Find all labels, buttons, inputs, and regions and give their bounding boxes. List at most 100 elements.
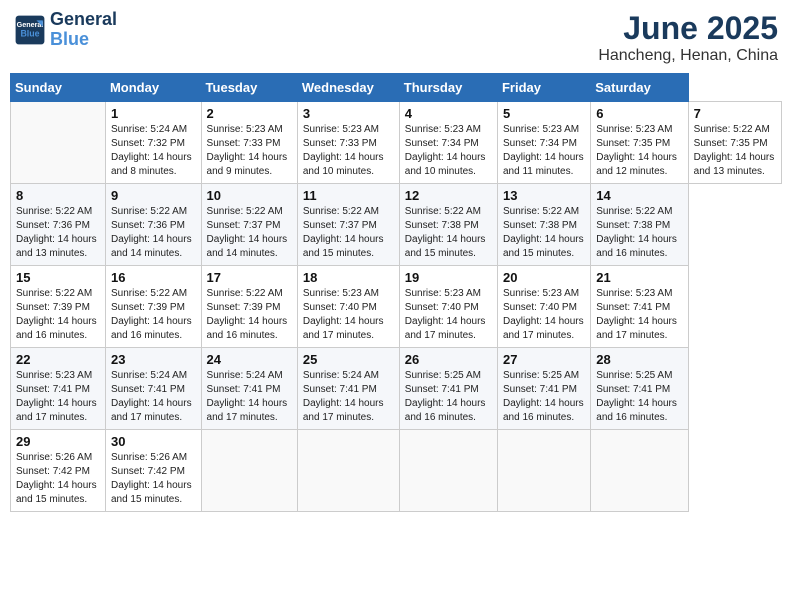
day-header-wednesday: Wednesday bbox=[297, 74, 399, 102]
day-number: 30 bbox=[111, 434, 196, 449]
day-number: 17 bbox=[207, 270, 292, 285]
calendar-week-3: 15 Sunrise: 5:22 AMSunset: 7:39 PMDayligh… bbox=[11, 266, 782, 348]
day-header-tuesday: Tuesday bbox=[201, 74, 297, 102]
day-header-monday: Monday bbox=[105, 74, 201, 102]
calendar-cell: 25Sunrise: 5:24 AMSunset: 7:41 PMDayligh… bbox=[297, 348, 399, 430]
day-number: 5 bbox=[503, 106, 585, 121]
day-info: Sunrise: 5:22 AMSunset: 7:36 PMDaylight:… bbox=[111, 205, 196, 261]
day-info: Sunrise: 5:22 AMSunset: 7:38 PMDaylight:… bbox=[405, 205, 492, 261]
day-info: Sunrise: 5:22 AMSunset: 7:36 PMDaylight:… bbox=[16, 205, 100, 261]
logo-text: General Blue bbox=[50, 10, 117, 50]
page-header: General Blue General Blue June 2025 Hanc… bbox=[10, 10, 782, 65]
calendar-cell: 17 Sunrise: 5:22 AMSunset: 7:39 PMDayligh… bbox=[201, 266, 297, 348]
day-info: Sunrise: 5:23 AMSunset: 7:40 PMDaylight:… bbox=[503, 287, 585, 343]
calendar-table: SundayMondayTuesdayWednesdayThursdayFrid… bbox=[10, 73, 782, 512]
calendar-cell: 3 Sunrise: 5:23 AMSunset: 7:33 PMDaylight… bbox=[297, 102, 399, 184]
day-info: Sunrise: 5:26 AMSunset: 7:42 PMDaylight:… bbox=[111, 451, 196, 507]
calendar-cell bbox=[591, 430, 688, 512]
calendar-cell: 18Sunrise: 5:23 AMSunset: 7:40 PMDayligh… bbox=[297, 266, 399, 348]
calendar-cell: 1 Sunrise: 5:24 AMSunset: 7:32 PMDaylight… bbox=[105, 102, 201, 184]
day-number: 20 bbox=[503, 270, 585, 285]
day-info: Sunrise: 5:23 AMSunset: 7:35 PMDaylight:… bbox=[596, 123, 682, 179]
day-number: 18 bbox=[303, 270, 394, 285]
day-number: 29 bbox=[16, 434, 100, 449]
calendar-cell: 20 Sunrise: 5:23 AMSunset: 7:40 PMDayligh… bbox=[497, 266, 590, 348]
calendar-cell: 28Sunrise: 5:25 AMSunset: 7:41 PMDayligh… bbox=[591, 348, 688, 430]
calendar-week-1: 1 Sunrise: 5:24 AMSunset: 7:32 PMDaylight… bbox=[11, 102, 782, 184]
day-info: Sunrise: 5:23 AMSunset: 7:33 PMDaylight:… bbox=[303, 123, 394, 179]
calendar-cell: 2Sunrise: 5:23 AMSunset: 7:33 PMDaylight… bbox=[201, 102, 297, 184]
day-info: Sunrise: 5:24 AMSunset: 7:32 PMDaylight:… bbox=[111, 123, 196, 179]
calendar-cell: 19 Sunrise: 5:23 AMSunset: 7:40 PMDayligh… bbox=[399, 266, 497, 348]
calendar-week-2: 8 Sunrise: 5:22 AMSunset: 7:36 PMDaylight… bbox=[11, 184, 782, 266]
calendar-cell: 10Sunrise: 5:22 AMSunset: 7:37 PMDayligh… bbox=[201, 184, 297, 266]
calendar-cell: 24 Sunrise: 5:24 AMSunset: 7:41 PMDayligh… bbox=[201, 348, 297, 430]
day-number: 8 bbox=[16, 188, 100, 203]
calendar-cell bbox=[201, 430, 297, 512]
day-info: Sunrise: 5:22 AMSunset: 7:38 PMDaylight:… bbox=[503, 205, 585, 261]
calendar-cell: 16Sunrise: 5:22 AMSunset: 7:39 PMDayligh… bbox=[105, 266, 201, 348]
day-info: Sunrise: 5:23 AMSunset: 7:33 PMDaylight:… bbox=[207, 123, 292, 179]
day-info: Sunrise: 5:23 AMSunset: 7:41 PMDaylight:… bbox=[16, 369, 100, 425]
day-number: 28 bbox=[596, 352, 682, 367]
day-number: 12 bbox=[405, 188, 492, 203]
page-subtitle: Hancheng, Henan, China bbox=[598, 47, 778, 65]
day-number: 19 bbox=[405, 270, 492, 285]
day-info: Sunrise: 5:25 AMSunset: 7:41 PMDaylight:… bbox=[405, 369, 492, 425]
day-number: 23 bbox=[111, 352, 196, 367]
day-info: Sunrise: 5:23 AMSunset: 7:40 PMDaylight:… bbox=[405, 287, 492, 343]
calendar-cell: 21 Sunrise: 5:23 AMSunset: 7:41 PMDayligh… bbox=[591, 266, 688, 348]
calendar-cell: 9 Sunrise: 5:22 AMSunset: 7:36 PMDaylight… bbox=[105, 184, 201, 266]
page-title: June 2025 bbox=[598, 10, 778, 47]
day-info: Sunrise: 5:22 AMSunset: 7:35 PMDaylight:… bbox=[694, 123, 776, 179]
day-number: 6 bbox=[596, 106, 682, 121]
calendar-cell bbox=[297, 430, 399, 512]
calendar-cell bbox=[497, 430, 590, 512]
calendar-header-row: SundayMondayTuesdayWednesdayThursdayFrid… bbox=[11, 74, 782, 102]
day-number: 1 bbox=[111, 106, 196, 121]
day-info: Sunrise: 5:24 AMSunset: 7:41 PMDaylight:… bbox=[207, 369, 292, 425]
day-number: 22 bbox=[16, 352, 100, 367]
day-number: 14 bbox=[596, 188, 682, 203]
calendar-cell: 15 Sunrise: 5:22 AMSunset: 7:39 PMDayligh… bbox=[11, 266, 106, 348]
day-number: 21 bbox=[596, 270, 682, 285]
calendar-cell: 7 Sunrise: 5:22 AMSunset: 7:35 PMDaylight… bbox=[688, 102, 781, 184]
calendar-cell: 13 Sunrise: 5:22 AMSunset: 7:38 PMDayligh… bbox=[497, 184, 590, 266]
day-info: Sunrise: 5:22 AMSunset: 7:38 PMDaylight:… bbox=[596, 205, 682, 261]
day-number: 15 bbox=[16, 270, 100, 285]
day-header-saturday: Saturday bbox=[591, 74, 688, 102]
day-number: 11 bbox=[303, 188, 394, 203]
day-number: 3 bbox=[303, 106, 394, 121]
day-number: 25 bbox=[303, 352, 394, 367]
calendar-cell: 30 Sunrise: 5:26 AMSunset: 7:42 PMDayligh… bbox=[105, 430, 201, 512]
day-info: Sunrise: 5:23 AMSunset: 7:41 PMDaylight:… bbox=[596, 287, 682, 343]
logo: General Blue General Blue bbox=[14, 10, 117, 50]
empty-cell bbox=[11, 102, 106, 184]
svg-text:Blue: Blue bbox=[20, 28, 39, 38]
day-header-friday: Friday bbox=[497, 74, 590, 102]
day-info: Sunrise: 5:24 AMSunset: 7:41 PMDaylight:… bbox=[111, 369, 196, 425]
day-number: 16 bbox=[111, 270, 196, 285]
day-number: 4 bbox=[405, 106, 492, 121]
day-number: 7 bbox=[694, 106, 776, 121]
day-info: Sunrise: 5:23 AMSunset: 7:34 PMDaylight:… bbox=[503, 123, 585, 179]
calendar-week-5: 29 Sunrise: 5:26 AMSunset: 7:42 PMDayligh… bbox=[11, 430, 782, 512]
day-info: Sunrise: 5:22 AMSunset: 7:37 PMDaylight:… bbox=[303, 205, 394, 261]
calendar-cell: 23 Sunrise: 5:24 AMSunset: 7:41 PMDayligh… bbox=[105, 348, 201, 430]
day-info: Sunrise: 5:25 AMSunset: 7:41 PMDaylight:… bbox=[503, 369, 585, 425]
calendar-cell: 12 Sunrise: 5:22 AMSunset: 7:38 PMDayligh… bbox=[399, 184, 497, 266]
day-number: 24 bbox=[207, 352, 292, 367]
calendar-cell: 14 Sunrise: 5:22 AMSunset: 7:38 PMDayligh… bbox=[591, 184, 688, 266]
calendar-week-4: 22 Sunrise: 5:23 AMSunset: 7:41 PMDayligh… bbox=[11, 348, 782, 430]
day-header-sunday: Sunday bbox=[11, 74, 106, 102]
calendar-cell: 22 Sunrise: 5:23 AMSunset: 7:41 PMDayligh… bbox=[11, 348, 106, 430]
day-number: 27 bbox=[503, 352, 585, 367]
day-number: 9 bbox=[111, 188, 196, 203]
day-info: Sunrise: 5:22 AMSunset: 7:39 PMDaylight:… bbox=[16, 287, 100, 343]
calendar-cell: 26 Sunrise: 5:25 AMSunset: 7:41 PMDayligh… bbox=[399, 348, 497, 430]
day-number: 26 bbox=[405, 352, 492, 367]
calendar-cell: 27 Sunrise: 5:25 AMSunset: 7:41 PMDayligh… bbox=[497, 348, 590, 430]
day-number: 13 bbox=[503, 188, 585, 203]
title-block: June 2025 Hancheng, Henan, China bbox=[598, 10, 778, 65]
day-info: Sunrise: 5:22 AMSunset: 7:39 PMDaylight:… bbox=[207, 287, 292, 343]
